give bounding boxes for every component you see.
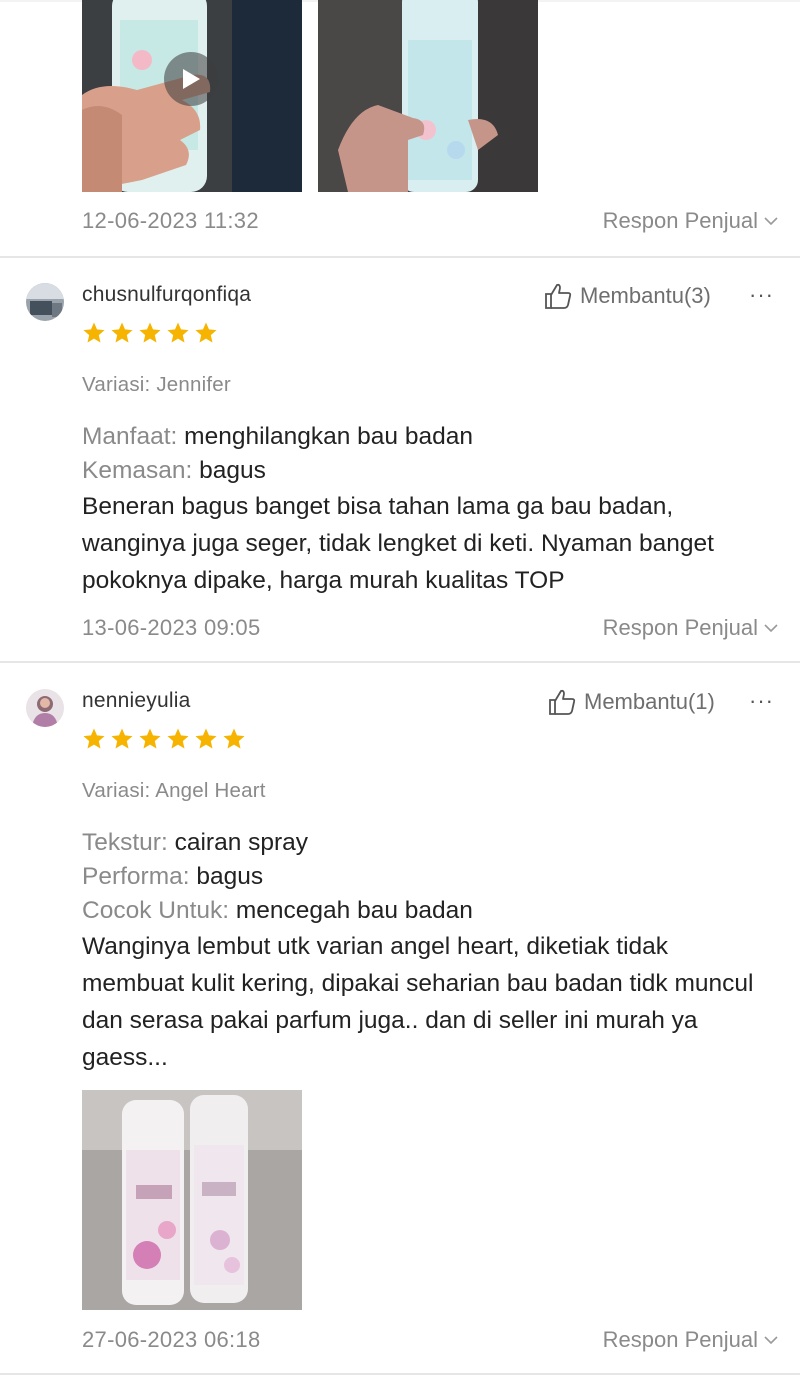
rating-stars xyxy=(82,727,246,751)
avatar[interactable] xyxy=(26,283,64,321)
review-date: 27-06-2023 06:18 xyxy=(82,1327,261,1352)
star-icon xyxy=(139,322,161,343)
attribute-key: Cocok Untuk: xyxy=(82,897,230,924)
variation-label: Variasi: Jennifer xyxy=(82,373,231,396)
review-body: Manfaat: menghilangkan bau badan Kemasan… xyxy=(82,420,772,599)
review-photo[interactable] xyxy=(318,0,538,192)
chevron-down-icon xyxy=(764,1336,778,1345)
review-date: 13-06-2023 09:05 xyxy=(82,615,261,640)
star-icon xyxy=(111,728,133,749)
more-options-button[interactable]: ··· xyxy=(749,282,774,308)
attribute-key: Tekstur: xyxy=(82,829,168,856)
star-icon xyxy=(167,728,189,749)
reviewer-username[interactable]: nennieyulia xyxy=(82,689,190,713)
chevron-down-icon xyxy=(764,217,778,226)
helpful-button[interactable]: Membantu(3) xyxy=(544,282,711,310)
attribute-value: bagus xyxy=(196,863,264,890)
review-text: Beneran bagus banget bisa tahan lama ga … xyxy=(82,493,714,594)
seller-response-toggle[interactable]: Respon Penjual xyxy=(603,615,778,641)
review-date: 12-06-2023 11:32 xyxy=(82,208,259,233)
avatar[interactable] xyxy=(26,689,64,727)
star-icon xyxy=(167,322,189,343)
attribute-key: Manfaat: xyxy=(82,423,178,450)
review-text: Wanginya lembut utk varian angel heart, … xyxy=(82,933,754,1071)
review-attribute: Manfaat: menghilangkan bau badan xyxy=(82,420,772,454)
review-body: Tekstur: cairan spray Performa: bagus Co… xyxy=(82,826,772,1076)
review-video-thumbnail[interactable] xyxy=(82,0,302,192)
review-attribute: Kemasan: bagus xyxy=(82,454,772,488)
product-photo xyxy=(318,0,538,192)
seller-response-label: Respon Penjual xyxy=(602,208,758,233)
helpful-count-label: Membantu(3) xyxy=(580,283,711,308)
helpful-count-label: Membantu(1) xyxy=(584,689,715,714)
seller-response-label: Respon Penjual xyxy=(602,615,758,640)
star-icon xyxy=(83,322,105,343)
review-attribute: Performa: bagus xyxy=(82,860,772,894)
review-photo[interactable] xyxy=(82,1090,302,1310)
review-attribute: Cocok Untuk: mencegah bau badan xyxy=(82,894,772,928)
seller-response-toggle[interactable]: Respon Penjual xyxy=(603,1327,778,1353)
attribute-value: mencegah bau badan xyxy=(235,897,473,924)
star-icon xyxy=(195,728,217,749)
review-divider xyxy=(0,1373,800,1375)
review-divider xyxy=(0,256,800,258)
thumbs-up-icon xyxy=(545,283,572,309)
attribute-value: menghilangkan bau badan xyxy=(184,423,473,450)
star-icon xyxy=(111,322,133,343)
review-attribute: Tekstur: cairan spray xyxy=(82,826,772,860)
reviewer-username[interactable]: chusnulfurqonfiqa xyxy=(82,283,251,307)
seller-response-toggle[interactable]: Respon Penjual xyxy=(603,208,778,234)
seller-response-label: Respon Penjual xyxy=(602,1327,758,1352)
play-icon[interactable] xyxy=(164,52,218,106)
review-divider xyxy=(0,661,800,663)
star-icon xyxy=(83,728,105,749)
variation-label: Variasi: Angel Heart xyxy=(82,779,266,802)
more-options-button[interactable]: ··· xyxy=(749,688,774,714)
thumbs-up-icon xyxy=(549,689,576,715)
rating-stars xyxy=(82,321,218,345)
star-icon xyxy=(195,322,217,343)
product-photo xyxy=(82,1090,302,1310)
attribute-value: bagus xyxy=(199,457,266,484)
star-icon xyxy=(223,728,245,749)
attribute-key: Performa: xyxy=(82,863,190,890)
attribute-key: Kemasan: xyxy=(82,457,193,484)
helpful-button[interactable]: Membantu(1) xyxy=(548,688,715,716)
star-icon xyxy=(139,728,161,749)
attribute-value: cairan spray xyxy=(174,829,309,856)
chevron-down-icon xyxy=(764,624,778,633)
